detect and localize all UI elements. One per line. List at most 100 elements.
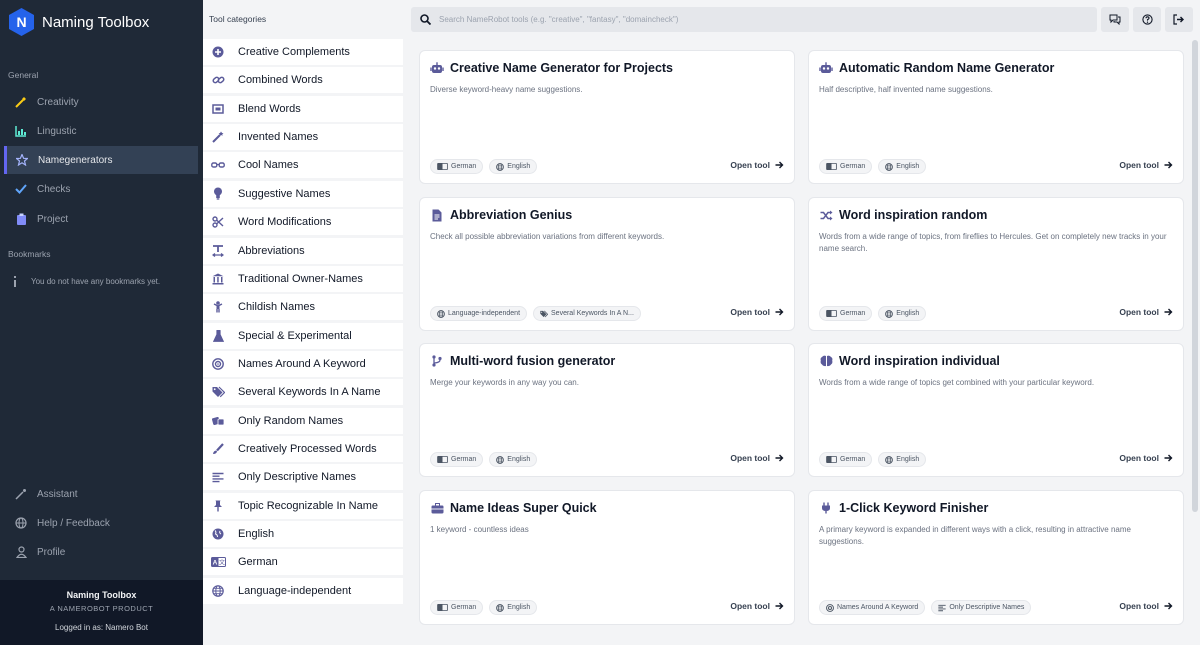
tag-badge[interactable]: English xyxy=(489,600,538,615)
nav-project[interactable]: Project xyxy=(4,205,198,233)
scrollbar[interactable] xyxy=(1192,40,1198,512)
search-input[interactable]: Search NameRobot tools (e.g. "creative",… xyxy=(439,15,678,24)
language-icon xyxy=(437,456,448,463)
tag-badge[interactable]: Only Descriptive Names xyxy=(931,600,1032,615)
nav-label: Project xyxy=(37,213,69,225)
arrow-right-icon xyxy=(775,308,784,316)
tag-badge[interactable]: German xyxy=(819,452,873,467)
category-item[interactable]: Only Descriptive Names xyxy=(203,464,403,491)
open-tool-button[interactable]: Open tool xyxy=(730,160,784,170)
nav-lingustic[interactable]: Lingustic xyxy=(4,117,198,145)
category-item[interactable]: Names Around A Keyword xyxy=(203,350,403,377)
open-tool-button[interactable]: Open tool xyxy=(1119,160,1173,170)
tag-label: German xyxy=(840,310,866,317)
nav-checks[interactable]: Checks xyxy=(4,175,198,203)
open-tool-button[interactable]: Open tool xyxy=(1119,453,1173,463)
tool-card[interactable]: Creative Name Generator for Projects Dive… xyxy=(419,50,795,184)
category-item[interactable]: Language-independent xyxy=(203,577,403,604)
tag-badge[interactable]: German xyxy=(819,159,873,174)
category-item[interactable]: Creative Complements xyxy=(203,39,403,65)
tag-badge[interactable]: Names Around A Keyword xyxy=(819,600,926,615)
tag-label: English xyxy=(507,604,531,611)
category-item[interactable]: Topic Recognizable In Name xyxy=(203,492,403,519)
open-tool-label: Open tool xyxy=(1119,307,1159,317)
category-item[interactable]: A 文 German xyxy=(203,549,403,576)
section-bookmarks: Bookmarks xyxy=(8,249,51,259)
category-item[interactable]: English xyxy=(203,521,403,547)
tag-label: German xyxy=(840,163,866,170)
help-button[interactable] xyxy=(1133,7,1161,32)
tool-card[interactable]: Word inspiration individual Words from a … xyxy=(808,343,1184,477)
tool-title-text: Word inspiration individual xyxy=(839,354,1000,368)
tag-label: Several Keywords In A N... xyxy=(551,310,634,317)
open-tool-label: Open tool xyxy=(1119,160,1159,170)
tool-card[interactable]: Multi-word fusion generator Merge your ke… xyxy=(419,343,795,477)
tool-card[interactable]: Automatic Random Name Generator Half desc… xyxy=(808,50,1184,184)
nav-label: Creativity xyxy=(37,96,79,108)
tag-badge[interactable]: Several Keywords In A N... xyxy=(533,306,641,321)
tool-title-text: Multi-word fusion generator xyxy=(450,354,616,368)
robot-icon xyxy=(430,61,444,75)
category-item[interactable]: Suggestive Names xyxy=(203,180,403,207)
globe-icon xyxy=(885,309,894,318)
category-item[interactable]: Creatively Processed Words xyxy=(203,435,403,462)
tool-tags: German English xyxy=(430,600,543,615)
child-icon xyxy=(210,300,226,314)
tool-title: Word inspiration individual xyxy=(819,354,1000,368)
tag-badge[interactable]: English xyxy=(878,452,927,467)
star-icon xyxy=(15,153,29,167)
tool-card[interactable]: Name Ideas Super Quick 1 keyword - countl… xyxy=(419,490,795,625)
nav-assistant[interactable]: Assistant xyxy=(4,480,198,508)
tag-badge[interactable]: German xyxy=(430,159,484,174)
tag-badge[interactable]: English xyxy=(489,159,538,174)
tool-card[interactable]: 1-Click Keyword Finisher A primary keywor… xyxy=(808,490,1184,625)
globe-icon xyxy=(885,162,894,171)
nav-help-feedback[interactable]: Help / Feedback xyxy=(4,509,198,537)
open-tool-button[interactable]: Open tool xyxy=(730,307,784,317)
category-item[interactable]: Combined Words xyxy=(203,67,403,94)
tag-badge[interactable]: English xyxy=(489,452,538,467)
magic-icon xyxy=(14,487,28,501)
category-label: Traditional Owner-Names xyxy=(238,272,363,285)
category-label: Word Modifications xyxy=(238,216,332,229)
logout-button[interactable] xyxy=(1165,7,1193,32)
nav-profile[interactable]: Profile xyxy=(4,538,198,566)
footer-subtitle: A NAMEROBOT PRODUCT xyxy=(49,604,154,613)
category-item[interactable]: Several Keywords In A Name xyxy=(203,379,403,406)
category-item[interactable]: Only Random Names xyxy=(203,407,403,434)
nav-label: Help / Feedback xyxy=(37,517,110,529)
globe-icon xyxy=(14,516,28,530)
tag-label: Only Descriptive Names xyxy=(949,604,1025,611)
tag-badge[interactable]: German xyxy=(430,600,484,615)
chat-button[interactable] xyxy=(1101,7,1129,32)
tag-badge[interactable]: German xyxy=(819,306,873,321)
category-item[interactable]: Abbreviations xyxy=(203,237,403,264)
search-bar[interactable]: Search NameRobot tools (e.g. "creative",… xyxy=(411,7,1097,32)
app-window: { "sidebar": { "app_name": "Naming Toolb… xyxy=(0,0,1200,645)
category-item[interactable]: Word Modifications xyxy=(203,209,403,236)
code-branch-icon xyxy=(430,354,444,368)
tool-card[interactable]: Word inspiration random Words from a wide… xyxy=(808,197,1184,331)
category-item[interactable]: Childish Names xyxy=(203,294,403,321)
tag-badge[interactable]: Language-independent xyxy=(430,306,528,321)
tag-badge[interactable]: English xyxy=(878,159,927,174)
robot-icon xyxy=(819,61,833,75)
category-item[interactable]: Invented Names xyxy=(203,124,403,151)
open-tool-button[interactable]: Open tool xyxy=(730,453,784,463)
nav-creativity[interactable]: Creativity xyxy=(4,88,198,116)
tool-card[interactable]: Abbreviation Genius Check all possible ab… xyxy=(419,197,795,331)
tag-badge[interactable]: German xyxy=(430,452,484,467)
category-item[interactable]: Blend Words xyxy=(203,95,403,122)
category-item[interactable]: Traditional Owner-Names xyxy=(203,265,403,292)
tag-label: English xyxy=(507,456,531,463)
open-tool-button[interactable]: Open tool xyxy=(1119,307,1173,317)
category-item[interactable]: Cool Names xyxy=(203,152,403,179)
category-item[interactable]: Special & Experimental xyxy=(203,322,403,349)
category-label: Suggestive Names xyxy=(238,187,331,200)
open-tool-label: Open tool xyxy=(730,160,770,170)
tag-label: Names Around A Keyword xyxy=(837,604,919,611)
tag-badge[interactable]: English xyxy=(878,306,927,321)
open-tool-button[interactable]: Open tool xyxy=(1119,601,1173,611)
nav-namegenerators[interactable]: Namegenerators xyxy=(4,146,198,174)
open-tool-button[interactable]: Open tool xyxy=(730,601,784,611)
